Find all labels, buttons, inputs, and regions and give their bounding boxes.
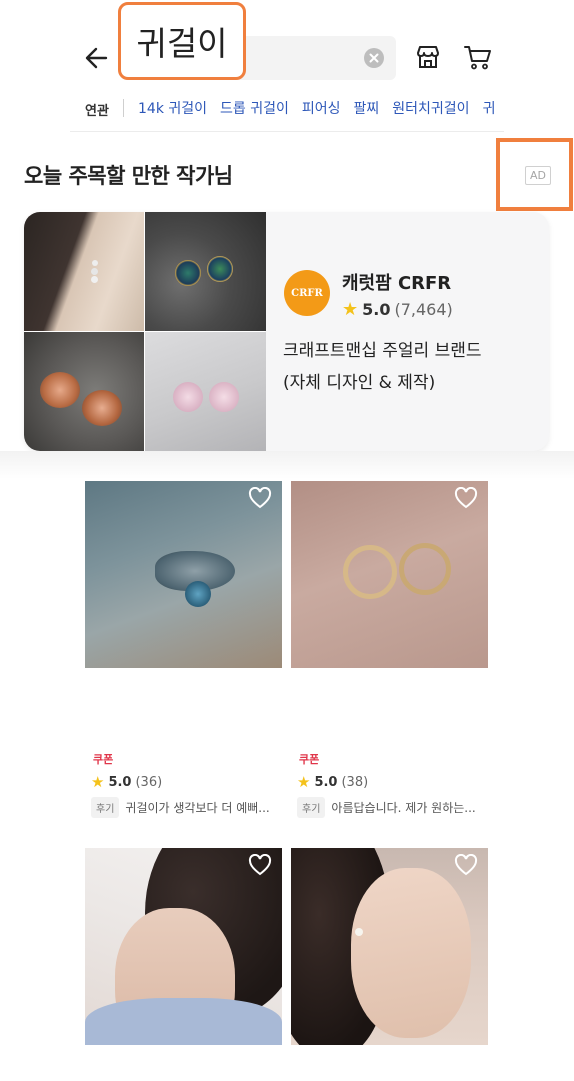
keyword-chip[interactable]: 드롭 귀걸이: [220, 98, 289, 118]
review-text: 귀걸이가 생각보다 더 예뻐...: [125, 801, 270, 815]
flower-earrings-photo: [24, 332, 144, 451]
review-tag: 후기: [91, 797, 120, 818]
scroll-fade: [494, 92, 574, 126]
review-text: 아름답습니다. 제가 원하는...: [331, 801, 476, 815]
heart-icon[interactable]: [248, 854, 272, 876]
product-card[interactable]: 쿠폰 ★ 5.0 (36) 후기 귀걸이가 생각보다 더 예뻐...: [85, 481, 282, 821]
keyword-chip[interactable]: 피어싱: [302, 98, 341, 118]
rating-score: 5.0: [108, 775, 132, 790]
coupon-badge: 쿠폰: [299, 753, 320, 766]
review-snippet: 후기 귀걸이가 생각보다 더 예뻐...: [91, 797, 270, 818]
seller-rating: ★ 5.0 (7,464): [342, 300, 453, 319]
clear-icon: [369, 53, 379, 63]
star-icon: ★: [342, 298, 359, 320]
heart-icon[interactable]: [454, 854, 478, 876]
related-keywords-bar: 연관 14k 귀걸이 드롭 귀걸이 피어싱 팔찌 원터치귀걸이 귀: [0, 92, 574, 126]
product-rating: ★ 5.0 (36): [91, 773, 163, 791]
review-tag: 후기: [297, 797, 326, 818]
product-rating: ★ 5.0 (38): [297, 773, 369, 791]
heart-icon[interactable]: [248, 487, 272, 509]
store-button[interactable]: [413, 42, 443, 72]
coupon-badge: 쿠폰: [93, 753, 114, 766]
divider: [70, 131, 504, 132]
keyword-chip[interactable]: 14k 귀걸이: [138, 98, 207, 118]
clear-search-button[interactable]: [364, 48, 384, 68]
keyword-list: 14k 귀걸이 드롭 귀걸이 피어싱 팔찌 원터치귀걸이 귀: [138, 98, 495, 118]
seller-card[interactable]: CRFR 캐럿팜 CRFR ★ 5.0 (7,464) 크래프트맨십 주얼리 브…: [24, 212, 549, 451]
back-arrow-icon: [85, 47, 108, 69]
section-separator: [0, 451, 574, 479]
seller-name: 캐럿팜 CRFR: [342, 273, 452, 294]
opal-earrings-photo: [145, 212, 266, 331]
rating-count: (7,464): [394, 300, 453, 319]
product-image: [291, 848, 488, 1045]
product-card[interactable]: 쿠폰 ★ 5.0 (38) 후기 아름답습니다. 제가 원하는...: [291, 481, 488, 821]
top-bar: 귀걸이: [0, 0, 574, 90]
product-image: [85, 481, 282, 668]
pink-stud-photo: [145, 332, 266, 451]
back-button[interactable]: [80, 40, 114, 76]
seller-desc-line: (자체 디자인 & 제작): [283, 373, 436, 393]
heart-icon[interactable]: [454, 487, 478, 509]
ad-badge[interactable]: AD: [525, 166, 551, 185]
keyword-chip[interactable]: 팔찌: [354, 98, 380, 118]
product-card[interactable]: [291, 848, 488, 1045]
seller-description: 크래프트맨십 주얼리 브랜드 (자체 디자인 & 제작): [283, 335, 533, 399]
product-image: [85, 848, 282, 1045]
seller-photo-grid: [24, 212, 266, 451]
rating-score: 5.0: [362, 300, 391, 319]
keyword-chip[interactable]: 원터치귀걸이: [392, 98, 469, 118]
rating-count: (36): [135, 775, 163, 790]
seller-logo: CRFR: [284, 270, 330, 316]
store-icon: [417, 46, 439, 68]
product-image: [291, 481, 488, 668]
product-card[interactable]: [85, 848, 282, 1045]
model-earring-photo: [24, 212, 144, 331]
seller-desc-line: 크래프트맨십 주얼리 브랜드: [283, 341, 482, 361]
related-label: 연관: [85, 104, 109, 119]
cart-icon: [464, 46, 491, 70]
review-snippet: 후기 아름답습니다. 제가 원하는...: [297, 797, 476, 818]
rating-count: (38): [341, 775, 369, 790]
search-query-text[interactable]: 귀걸이: [118, 2, 246, 80]
cart-button[interactable]: [462, 42, 494, 72]
rating-score: 5.0: [314, 775, 338, 790]
star-icon: ★: [297, 773, 311, 791]
section-title: 오늘 주목할 만한 작가님: [24, 164, 233, 188]
divider: [123, 99, 124, 117]
star-icon: ★: [91, 773, 105, 791]
